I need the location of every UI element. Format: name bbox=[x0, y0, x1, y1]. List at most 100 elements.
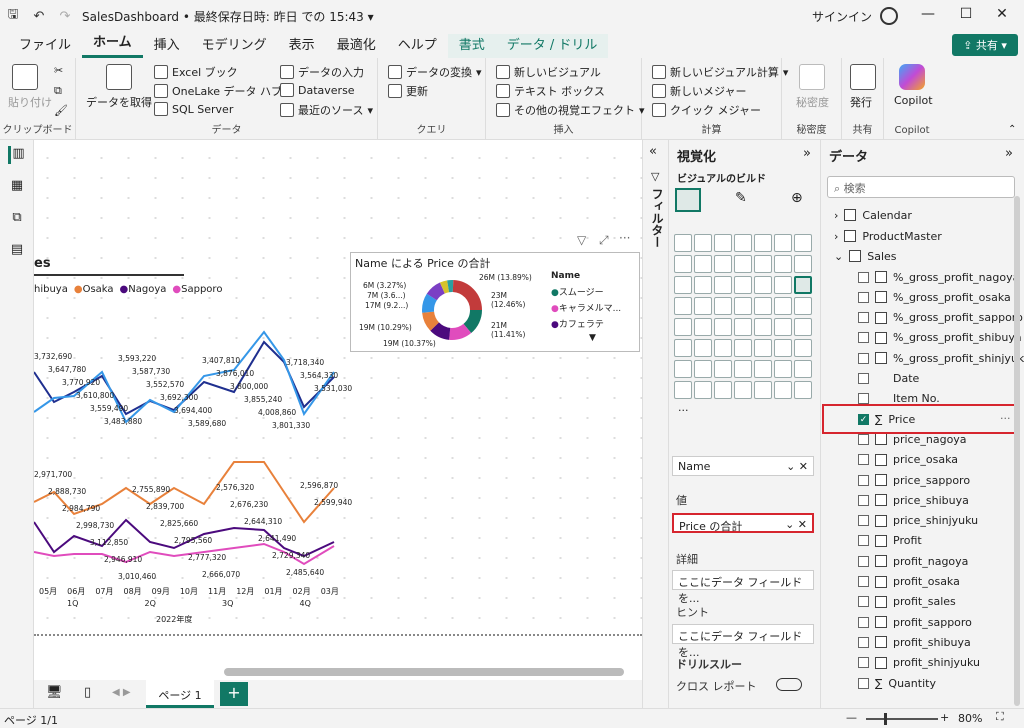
build-visual-icon[interactable] bbox=[675, 188, 701, 212]
tab-help[interactable]: ヘルプ bbox=[387, 34, 448, 58]
focus-mode-icon[interactable]: ⤢ bbox=[599, 233, 609, 248]
field-item[interactable]: %_gross_profit_shinjyuku bbox=[858, 349, 1024, 367]
visual-type-icon[interactable] bbox=[694, 255, 712, 273]
textbox-button[interactable]: テキスト ボックス bbox=[496, 83, 605, 99]
zoom-slider-thumb[interactable] bbox=[884, 713, 887, 725]
data-pane-scrollbar[interactable] bbox=[1014, 196, 1020, 706]
field-more-options-icon[interactable]: ··· bbox=[1000, 412, 1011, 425]
donut-visual[interactable]: Name による Price の合計 ▽ ⤢ ··· 6M (3.27%) 7M… bbox=[350, 231, 640, 352]
field-item[interactable]: %_gross_profit_nagoya bbox=[858, 268, 1019, 286]
filter-icon[interactable]: ▽ bbox=[577, 233, 586, 247]
zoom-slider[interactable] bbox=[866, 718, 938, 720]
field-checkbox[interactable] bbox=[858, 271, 869, 283]
expand-icon[interactable]: › bbox=[834, 209, 838, 222]
visual-type-icon[interactable] bbox=[694, 276, 712, 294]
add-page-button[interactable]: + bbox=[220, 682, 248, 706]
sensitivity-button[interactable]: 秘密度 bbox=[796, 94, 829, 110]
visual-type-icon[interactable] bbox=[754, 360, 772, 378]
field-checkbox[interactable] bbox=[858, 454, 869, 466]
field-checkbox[interactable] bbox=[858, 677, 869, 689]
undo-icon[interactable]: ↶ bbox=[26, 9, 52, 24]
field-item[interactable]: profit_sapporo bbox=[858, 613, 972, 631]
field-item[interactable]: price_sapporo bbox=[858, 471, 970, 489]
visual-type-icon[interactable] bbox=[694, 360, 712, 378]
filter-pane-collapsed[interactable]: « ▽ フィルター bbox=[642, 140, 668, 708]
desktop-layout-icon[interactable]: 🖥 bbox=[46, 685, 63, 700]
new-visual-button[interactable]: 新しいビジュアル bbox=[496, 64, 601, 80]
model-view-icon[interactable]: ⧉ bbox=[8, 210, 26, 228]
visual-type-icon[interactable] bbox=[754, 381, 772, 399]
analytics-icon[interactable]: ⊕ bbox=[791, 190, 803, 206]
avatar-icon[interactable] bbox=[880, 7, 898, 25]
sql-server-button[interactable]: SQL Server bbox=[154, 102, 233, 116]
maximize-icon[interactable]: ☐ bbox=[946, 6, 986, 22]
visual-type-icon[interactable] bbox=[774, 339, 792, 357]
visual-type-icon[interactable] bbox=[754, 234, 772, 252]
field-checkbox[interactable] bbox=[858, 474, 869, 486]
tab-home[interactable]: ホーム bbox=[82, 31, 143, 58]
format-visual-icon[interactable]: ✎ bbox=[735, 190, 747, 206]
field-checkbox[interactable] bbox=[858, 312, 869, 324]
new-measure-button[interactable]: 新しいメジャー bbox=[652, 83, 746, 99]
transform-button[interactable]: データの変換 ▾ bbox=[388, 64, 482, 80]
tab-file[interactable]: ファイル bbox=[8, 34, 82, 58]
table-view-icon[interactable]: ▦ bbox=[8, 178, 26, 196]
values-well[interactable]: Price の合計 ⌄ ✕ bbox=[672, 513, 814, 533]
field-checkbox[interactable] bbox=[858, 332, 869, 344]
visual-type-icon[interactable] bbox=[774, 255, 792, 273]
line-chart-visual[interactable]: es hibuya ●Osaka ●Nagoya ●Sapporo 3,732,… bbox=[34, 252, 352, 632]
field-checkbox[interactable] bbox=[858, 393, 869, 405]
tooltips-well[interactable]: ここにデータ フィールドを... bbox=[672, 624, 814, 659]
visual-type-icon[interactable] bbox=[774, 360, 792, 378]
new-visual-calc-button[interactable]: 新しいビジュアル計算 ▾ bbox=[652, 64, 788, 80]
tab-optimize[interactable]: 最適化 bbox=[326, 34, 387, 58]
visual-type-icon[interactable] bbox=[734, 318, 752, 336]
visual-type-icon[interactable] bbox=[774, 318, 792, 336]
legend-scroll-down-icon[interactable]: ▼ bbox=[589, 333, 596, 343]
share-button[interactable]: ⇪ 共有 ▾ bbox=[952, 34, 1018, 56]
visual-type-icon[interactable] bbox=[734, 297, 752, 315]
field-item[interactable]: price_osaka bbox=[858, 451, 958, 469]
visual-type-icon[interactable] bbox=[794, 381, 812, 399]
well-remove-icon[interactable]: ⌄ ✕ bbox=[786, 460, 808, 473]
visual-type-icon[interactable] bbox=[754, 297, 772, 315]
field-item[interactable]: profit_sales bbox=[858, 593, 956, 611]
legend-well[interactable]: Name ⌄ ✕ bbox=[672, 456, 814, 476]
field-item[interactable]: ∑ Quantity bbox=[858, 674, 936, 692]
visual-type-icon[interactable] bbox=[714, 276, 732, 294]
report-canvas[interactable]: es hibuya ●Osaka ●Nagoya ●Sapporo 3,732,… bbox=[34, 140, 642, 680]
collapse-icon[interactable]: ⌄ bbox=[834, 250, 843, 263]
visual-type-icon[interactable] bbox=[734, 276, 752, 294]
window-title[interactable]: SalesDashboard • 最終保存日時: 昨日 での 15:43 ▾ bbox=[82, 8, 374, 25]
visual-type-icon[interactable] bbox=[774, 276, 792, 294]
table-productmaster[interactable]: › ProductMaster bbox=[834, 227, 942, 245]
visual-type-icon[interactable] bbox=[754, 276, 772, 294]
copy-icon[interactable]: ⧉ bbox=[54, 84, 62, 98]
onelake-button[interactable]: OneLake データ ハブ ▾ bbox=[154, 83, 292, 99]
visual-type-icon[interactable] bbox=[714, 381, 732, 399]
field-checkbox[interactable] bbox=[858, 616, 869, 628]
field-item[interactable]: Profit bbox=[858, 532, 922, 550]
refresh-button[interactable]: 更新 bbox=[388, 83, 428, 99]
details-well[interactable]: ここにデータ フィールドを... bbox=[672, 570, 814, 605]
save-icon[interactable]: 🖫 bbox=[0, 5, 26, 27]
visual-type-icon[interactable] bbox=[774, 297, 792, 315]
field-item[interactable]: profit_shibuya bbox=[858, 633, 971, 651]
excel-button[interactable]: Excel ブック bbox=[154, 64, 238, 80]
sign-in-link[interactable]: サインイン bbox=[812, 8, 872, 25]
field-checkbox[interactable] bbox=[858, 291, 869, 303]
collapse-viz-icon[interactable]: » bbox=[803, 146, 811, 161]
field-item[interactable]: Date bbox=[858, 370, 919, 388]
visual-type-icon[interactable] bbox=[714, 255, 732, 273]
visual-type-icon[interactable] bbox=[674, 276, 692, 294]
field-checkbox[interactable] bbox=[858, 352, 869, 364]
redo-icon[interactable]: ↷ bbox=[52, 9, 78, 24]
field-checkbox[interactable] bbox=[858, 636, 869, 648]
more-options-icon[interactable]: ··· bbox=[619, 231, 630, 245]
visual-type-icon[interactable] bbox=[714, 339, 732, 357]
field-checkbox[interactable] bbox=[858, 657, 869, 669]
visual-type-icon[interactable] bbox=[734, 255, 752, 273]
visual-type-icon[interactable] bbox=[774, 234, 792, 252]
visual-type-icon[interactable] bbox=[694, 339, 712, 357]
tab-data-drill[interactable]: データ / ドリル bbox=[495, 34, 609, 58]
